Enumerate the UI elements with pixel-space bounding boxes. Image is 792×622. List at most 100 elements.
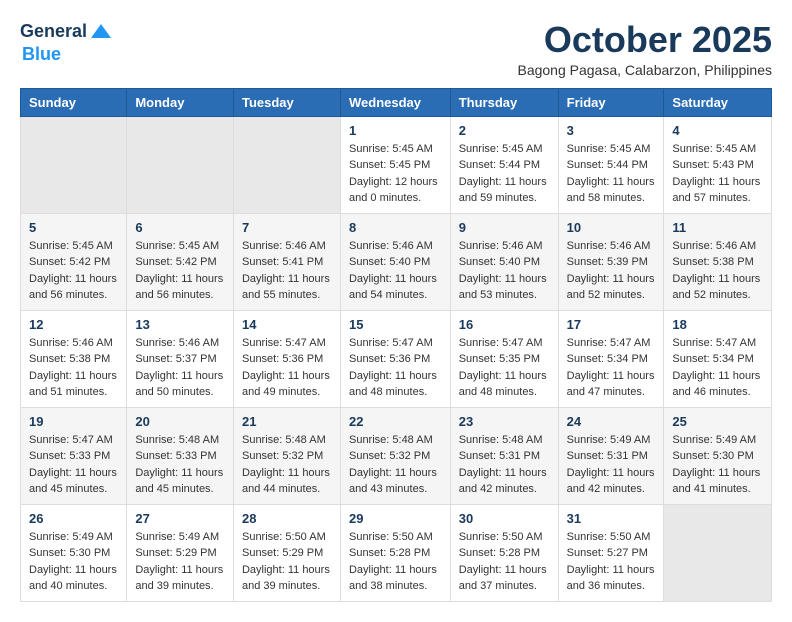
calendar-cell	[21, 116, 127, 213]
day-info-line: Sunset: 5:33 PM	[29, 448, 118, 465]
day-info-line: Sunrise: 5:45 AM	[349, 141, 442, 158]
day-info-line: and 52 minutes.	[567, 287, 656, 304]
day-info-line: and 56 minutes.	[29, 287, 118, 304]
calendar-cell: 10Sunrise: 5:46 AMSunset: 5:39 PMDayligh…	[558, 213, 664, 310]
day-number: 12	[29, 317, 118, 332]
day-info-line: Sunrise: 5:50 AM	[349, 529, 442, 546]
day-info-line: Daylight: 11 hours	[135, 271, 225, 288]
day-info-line: Daylight: 11 hours	[242, 368, 332, 385]
calendar-cell: 3Sunrise: 5:45 AMSunset: 5:44 PMDaylight…	[558, 116, 664, 213]
column-header-friday: Friday	[558, 88, 664, 116]
day-info-line: and 42 minutes.	[567, 481, 656, 498]
day-info-line: Sunset: 5:29 PM	[242, 545, 332, 562]
logo-text-general: General	[20, 22, 87, 42]
day-info-line: and 38 minutes.	[349, 578, 442, 595]
day-info-line: and 36 minutes.	[567, 578, 656, 595]
day-info-line: Sunrise: 5:46 AM	[349, 238, 442, 255]
day-info-line: and 41 minutes.	[672, 481, 763, 498]
calendar-cell: 23Sunrise: 5:48 AMSunset: 5:31 PMDayligh…	[450, 407, 558, 504]
calendar-week-row: 5Sunrise: 5:45 AMSunset: 5:42 PMDaylight…	[21, 213, 772, 310]
day-info-line: and 53 minutes.	[459, 287, 550, 304]
day-number: 8	[349, 220, 442, 235]
calendar-cell: 5Sunrise: 5:45 AMSunset: 5:42 PMDaylight…	[21, 213, 127, 310]
day-number: 15	[349, 317, 442, 332]
calendar-header-row: SundayMondayTuesdayWednesdayThursdayFrid…	[21, 88, 772, 116]
day-info-line: Daylight: 11 hours	[135, 562, 225, 579]
column-header-thursday: Thursday	[450, 88, 558, 116]
day-info-line: and 47 minutes.	[567, 384, 656, 401]
day-number: 9	[459, 220, 550, 235]
day-info-line: Daylight: 11 hours	[459, 562, 550, 579]
calendar-cell: 1Sunrise: 5:45 AMSunset: 5:45 PMDaylight…	[340, 116, 450, 213]
day-number: 3	[567, 123, 656, 138]
day-info-line: Sunset: 5:30 PM	[672, 448, 763, 465]
day-info-line: Daylight: 11 hours	[29, 271, 118, 288]
day-info-line: Sunset: 5:34 PM	[672, 351, 763, 368]
calendar-cell: 22Sunrise: 5:48 AMSunset: 5:32 PMDayligh…	[340, 407, 450, 504]
day-info-line: Sunrise: 5:50 AM	[567, 529, 656, 546]
day-info-line: Daylight: 11 hours	[242, 562, 332, 579]
day-info-line: Sunset: 5:31 PM	[459, 448, 550, 465]
day-number: 27	[135, 511, 225, 526]
column-header-sunday: Sunday	[21, 88, 127, 116]
day-info-line: Sunset: 5:43 PM	[672, 157, 763, 174]
day-info-line: Sunset: 5:38 PM	[29, 351, 118, 368]
day-info-line: Sunset: 5:44 PM	[459, 157, 550, 174]
day-info-line: Daylight: 11 hours	[459, 174, 550, 191]
day-info-line: Daylight: 11 hours	[242, 271, 332, 288]
day-info-line: Sunrise: 5:46 AM	[459, 238, 550, 255]
day-info-line: and 0 minutes.	[349, 190, 442, 207]
calendar-cell: 4Sunrise: 5:45 AMSunset: 5:43 PMDaylight…	[664, 116, 772, 213]
logo: General Blue	[20, 20, 113, 65]
column-header-tuesday: Tuesday	[233, 88, 340, 116]
day-info-line: Sunrise: 5:45 AM	[135, 238, 225, 255]
day-info-line: and 45 minutes.	[135, 481, 225, 498]
day-info-line: Sunset: 5:40 PM	[349, 254, 442, 271]
day-number: 24	[567, 414, 656, 429]
day-info-line: Sunrise: 5:49 AM	[672, 432, 763, 449]
day-info-line: Sunset: 5:45 PM	[349, 157, 442, 174]
calendar-cell: 13Sunrise: 5:46 AMSunset: 5:37 PMDayligh…	[127, 310, 234, 407]
title-section: October 2025 Bagong Pagasa, Calabarzon, …	[517, 20, 772, 78]
day-number: 20	[135, 414, 225, 429]
day-info-line: Sunrise: 5:47 AM	[672, 335, 763, 352]
day-number: 16	[459, 317, 550, 332]
day-info-line: Daylight: 11 hours	[29, 465, 118, 482]
day-info-line: Sunrise: 5:48 AM	[135, 432, 225, 449]
day-number: 6	[135, 220, 225, 235]
calendar-cell: 24Sunrise: 5:49 AMSunset: 5:31 PMDayligh…	[558, 407, 664, 504]
day-info-line: Sunset: 5:28 PM	[459, 545, 550, 562]
day-info-line: and 59 minutes.	[459, 190, 550, 207]
calendar-cell: 6Sunrise: 5:45 AMSunset: 5:42 PMDaylight…	[127, 213, 234, 310]
calendar-week-row: 19Sunrise: 5:47 AMSunset: 5:33 PMDayligh…	[21, 407, 772, 504]
day-number: 1	[349, 123, 442, 138]
calendar-table: SundayMondayTuesdayWednesdayThursdayFrid…	[20, 88, 772, 602]
day-number: 17	[567, 317, 656, 332]
calendar-cell: 31Sunrise: 5:50 AMSunset: 5:27 PMDayligh…	[558, 504, 664, 601]
calendar-cell: 7Sunrise: 5:46 AMSunset: 5:41 PMDaylight…	[233, 213, 340, 310]
day-info-line: Sunrise: 5:48 AM	[459, 432, 550, 449]
day-info-line: Daylight: 11 hours	[567, 465, 656, 482]
day-info-line: Sunrise: 5:46 AM	[567, 238, 656, 255]
day-info-line: Sunrise: 5:47 AM	[349, 335, 442, 352]
day-info-line: and 50 minutes.	[135, 384, 225, 401]
calendar-cell: 8Sunrise: 5:46 AMSunset: 5:40 PMDaylight…	[340, 213, 450, 310]
day-info-line: Daylight: 11 hours	[135, 368, 225, 385]
day-number: 2	[459, 123, 550, 138]
calendar-cell: 15Sunrise: 5:47 AMSunset: 5:36 PMDayligh…	[340, 310, 450, 407]
day-info-line: Sunrise: 5:48 AM	[349, 432, 442, 449]
day-info-line: Sunrise: 5:47 AM	[567, 335, 656, 352]
day-info-line: and 48 minutes.	[349, 384, 442, 401]
logo-icon	[89, 20, 113, 44]
calendar-week-row: 12Sunrise: 5:46 AMSunset: 5:38 PMDayligh…	[21, 310, 772, 407]
day-info-line: Sunrise: 5:47 AM	[29, 432, 118, 449]
logo-text-blue: Blue	[22, 44, 61, 65]
day-info-line: and 54 minutes.	[349, 287, 442, 304]
day-info-line: Sunrise: 5:46 AM	[672, 238, 763, 255]
day-info-line: Daylight: 11 hours	[349, 465, 442, 482]
day-info-line: Daylight: 11 hours	[349, 562, 442, 579]
day-info-line: Sunrise: 5:49 AM	[29, 529, 118, 546]
day-info-line: Sunset: 5:38 PM	[672, 254, 763, 271]
day-info-line: Sunset: 5:27 PM	[567, 545, 656, 562]
day-info-line: Sunrise: 5:47 AM	[242, 335, 332, 352]
